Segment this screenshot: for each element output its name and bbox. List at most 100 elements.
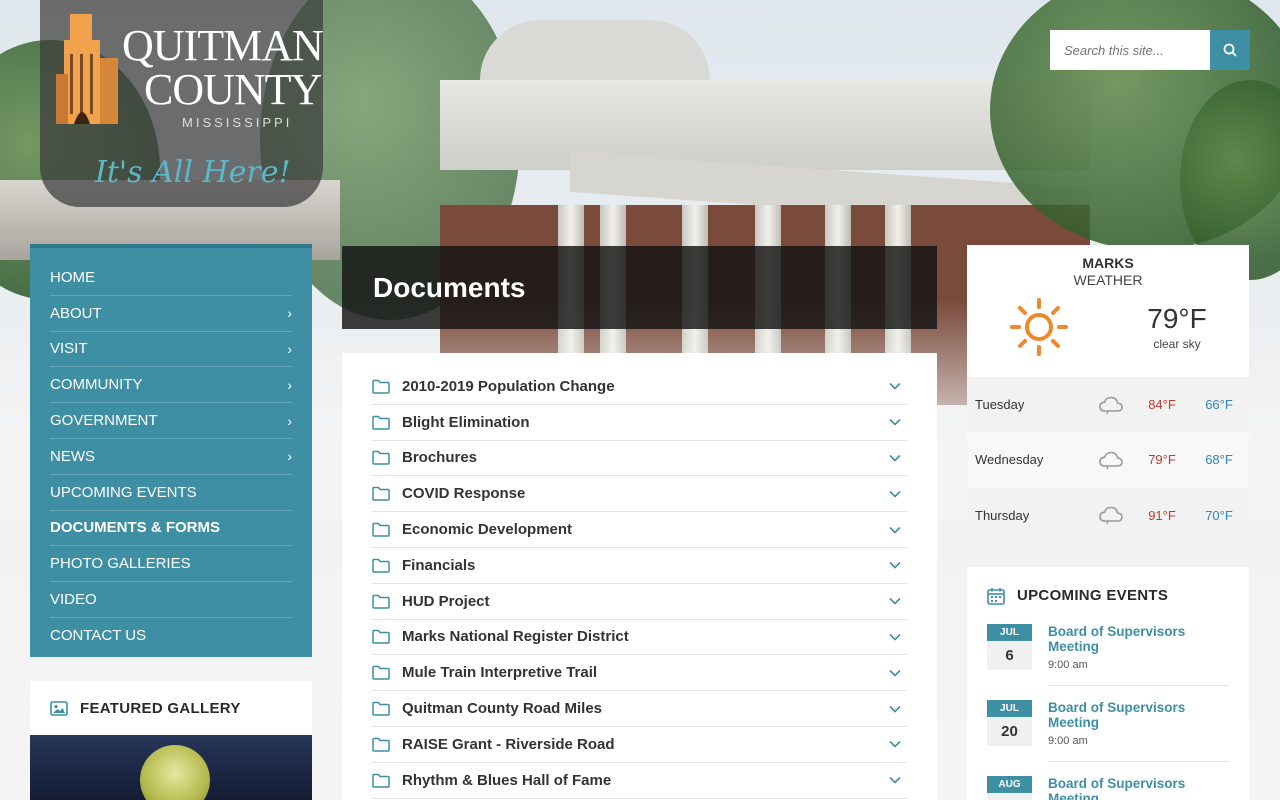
folder-label: Rhythm & Blues Hall of Fame [402, 771, 612, 789]
document-folder-row[interactable]: COVID Response [372, 476, 907, 513]
folder-label: Brochures [402, 449, 478, 467]
nav-label: PHOTO GALLERIES [50, 555, 191, 573]
nav-item-community[interactable]: COMMUNITY › [50, 367, 292, 404]
upcoming-events: UPCOMING EVENTS JUL 6 Board of Supervisors… [967, 567, 1249, 800]
forecast-low: 66°F [1205, 397, 1233, 413]
folder-label: Economic Development [402, 521, 573, 539]
nav-item-contact-us[interactable]: CONTACT US [50, 618, 292, 654]
nav-item-about[interactable]: ABOUT › [50, 296, 292, 332]
logo-line-2: COUNTY [144, 65, 322, 114]
chevron-down-icon[interactable] [883, 705, 907, 713]
weather-label: WEATHER [1073, 272, 1143, 288]
event-day: 3 [987, 793, 1032, 800]
weather-description: clear sky [1153, 337, 1201, 351]
folder-label: Blight Elimination [402, 413, 530, 431]
logo-wordmark: QUITMAN COUNTY [122, 24, 324, 114]
nav-item-photo-galleries[interactable]: PHOTO GALLERIES [50, 546, 292, 583]
folder-icon [372, 486, 402, 502]
calendar-icon [987, 587, 1005, 605]
nav-item-home[interactable]: HOME [50, 260, 292, 296]
chevron-down-icon[interactable] [883, 418, 907, 426]
search-icon [1223, 43, 1237, 57]
chevron-down-icon[interactable] [883, 561, 907, 570]
document-folder-row[interactable]: 2010-2019 Population Change [372, 369, 907, 405]
search-input[interactable] [1050, 30, 1210, 70]
folder-icon [372, 737, 402, 752]
document-folder-row[interactable]: RAISE Grant - Riverside Road [372, 727, 907, 763]
folder-icon [372, 773, 402, 788]
site-logo[interactable]: QUITMAN COUNTY MISSISSIPPI It's All Here… [40, 0, 324, 207]
cloud-icon [1087, 395, 1135, 415]
folder-icon [372, 379, 402, 394]
folder-label: Marks National Register District [402, 628, 629, 646]
event-divider [1048, 761, 1229, 762]
event-month: JUL [987, 624, 1032, 641]
image-icon [50, 700, 68, 716]
folder-label: COVID Response [402, 485, 526, 503]
event-divider [1048, 685, 1229, 686]
nav-item-government[interactable]: GOVERNMENT › [50, 403, 292, 439]
sun-icon [1010, 298, 1068, 356]
event-date-badge: JUL 6 [987, 624, 1032, 671]
forecast-high: 79°F [1148, 452, 1176, 468]
chevron-down-icon[interactable] [883, 490, 907, 498]
event-title-link[interactable]: Board of Supervisors Meeting [1048, 624, 1229, 654]
chevron-right-icon: › [287, 376, 292, 393]
chevron-down-icon[interactable] [883, 669, 907, 677]
forecast-day: Thursday [975, 507, 1030, 523]
chevron-down-icon[interactable] [883, 454, 907, 462]
weather-temperature: 79°F [1147, 303, 1207, 334]
document-folder-row[interactable]: Marks National Register District [372, 620, 907, 656]
nav-label: VISIT [50, 340, 88, 358]
chevron-down-icon[interactable] [883, 633, 907, 641]
folder-label: 2010-2019 Population Change [402, 377, 615, 395]
document-folder-row[interactable]: Financials [372, 548, 907, 584]
page-title: Documents [342, 246, 937, 329]
forecast-day: Tuesday [975, 397, 1025, 413]
chevron-down-icon[interactable] [883, 740, 907, 748]
nav-item-news[interactable]: NEWS › [50, 439, 292, 475]
event-info: Board of Supervisors Meeting 9:00 am [1048, 624, 1229, 671]
forecast-row: Tuesday 84°F 66°F [967, 377, 1249, 433]
document-folder-row[interactable]: Blight Elimination [372, 405, 907, 441]
document-folder-row[interactable]: Brochures [372, 441, 907, 477]
chevron-down-icon[interactable] [883, 382, 907, 391]
nav-label: UPCOMING EVENTS [50, 483, 197, 501]
document-folder-row[interactable]: Economic Development [372, 512, 907, 548]
event-date-badge: AUG3 [987, 776, 1032, 800]
folder-icon [372, 594, 402, 609]
event-title-link[interactable]: Board of Supervisors Meeting [1048, 776, 1229, 800]
folder-label: Mule Train Interpretive Trail [402, 664, 598, 682]
chevron-right-icon: › [287, 412, 292, 429]
logo-state: MISSISSIPPI [182, 115, 293, 130]
nav-item-documents-forms[interactable]: DOCUMENTS & FORMS [50, 511, 292, 547]
grain-elevator-icon [56, 14, 118, 124]
chevron-down-icon[interactable] [883, 526, 907, 534]
event-date-badge: JUL 20 [987, 700, 1032, 747]
nav-item-video[interactable]: VIDEO [50, 582, 292, 618]
folder-label: RAISE Grant - Riverside Road [402, 735, 615, 753]
chevron-down-icon[interactable] [883, 776, 907, 784]
nav-label: GOVERNMENT [50, 412, 158, 430]
document-folder-row[interactable]: Quitman County Road Miles [372, 691, 907, 727]
document-folder-row[interactable]: HUD Project [372, 584, 907, 620]
events-title: UPCOMING EVENTS [1017, 587, 1169, 604]
document-folder-row[interactable]: Mule Train Interpretive Trail [372, 655, 907, 692]
logo-tagline: It's All Here! [95, 155, 291, 190]
event-info: Board of Supervisors Meeting9:00 am [1048, 776, 1229, 800]
folder-label: Financials [402, 556, 476, 574]
gallery-image[interactable] [30, 735, 312, 800]
forecast-row: Wednesday 79°F 68°F [967, 432, 1249, 488]
event-day: 20 [987, 717, 1032, 746]
nav-label: HOME [50, 268, 95, 286]
chevron-down-icon[interactable] [883, 597, 907, 605]
event-time: 9:00 am [1048, 659, 1088, 671]
event-item: JUL 6 Board of Supervisors Meeting 9:00 am [987, 624, 1229, 681]
weather-forecast: Tuesday 84°F 66°F Wednesday 79°F 68°F Thursday… [967, 377, 1249, 543]
search-button[interactable] [1210, 30, 1250, 70]
nav-item-upcoming-events[interactable]: UPCOMING EVENTS [50, 475, 292, 511]
document-folder-row[interactable]: Rhythm & Blues Hall of Fame [372, 763, 907, 799]
event-title-link[interactable]: Board of Supervisors Meeting [1048, 700, 1229, 730]
nav-item-visit[interactable]: VISIT › [50, 332, 292, 368]
weather-widget: MARKS WEATHER 79°F clear sky Tuesday 84°F… [967, 245, 1249, 543]
